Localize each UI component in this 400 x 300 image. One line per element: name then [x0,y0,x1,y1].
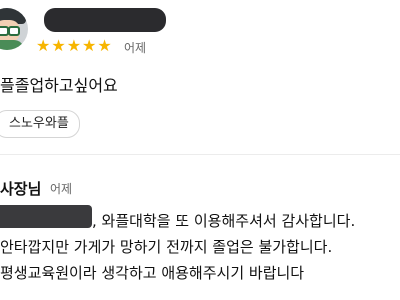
owner-reply-line: , 와플대학을 또 이용해주셔서 감사합니다. [92,212,356,230]
owner-reply-label: 사장님 [0,180,42,198]
rating-stars: ★ ★ ★ ★ ★ [36,38,112,54]
star-icon: ★ [51,36,66,55]
reviewer-avatar-icon[interactable] [0,8,28,50]
redacted-reviewer-name [44,8,166,32]
star-icon: ★ [97,36,112,55]
section-divider [0,154,400,155]
avatar-glasses-right [8,26,20,36]
review-text: 플졸업하고싶어요 [0,76,118,95]
star-icon: ★ [36,36,51,55]
review-date: 어제 [124,41,147,55]
owner-reply-line: 안타깝지만 가게가 망하기 전까지 졸업은 불가합니다. [0,238,333,256]
avatar-shirt [0,40,24,50]
owner-reply-line: 평생교육원이라 생각하고 애용해주시기 바랍니다 [0,264,305,282]
ordered-menu-tag[interactable]: 스노우와플 [0,110,80,138]
owner-reply-date: 어제 [50,182,73,196]
star-icon: ★ [82,36,97,55]
star-icon: ★ [66,36,82,55]
redacted-addressee [0,205,92,228]
